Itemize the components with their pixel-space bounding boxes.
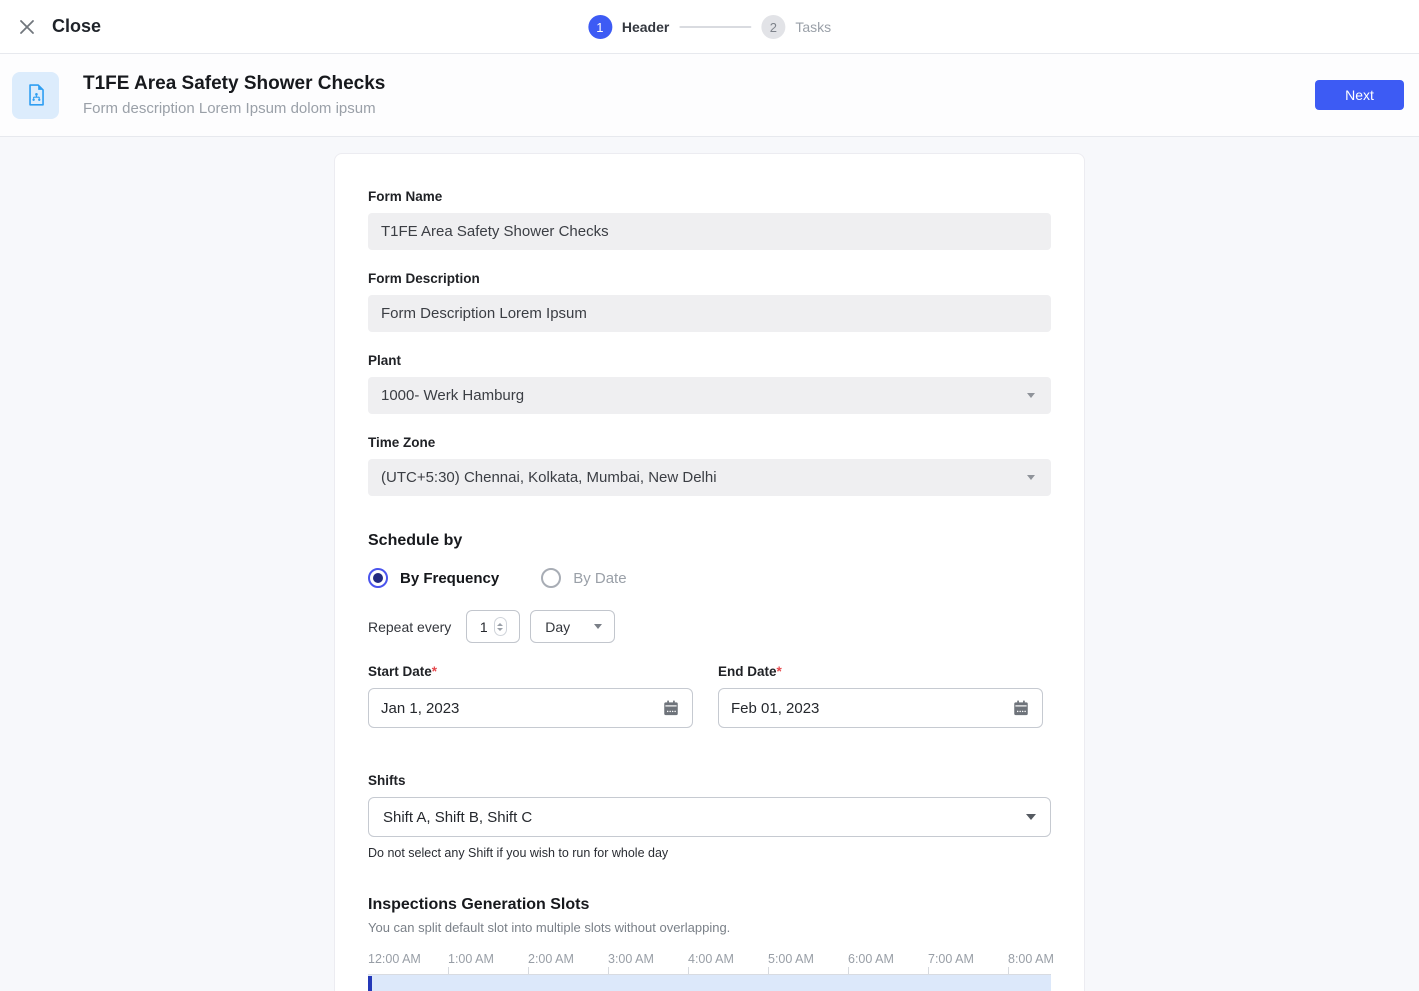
repeat-unit-value: Day	[545, 619, 570, 635]
form-document-icon	[12, 72, 59, 119]
radio-by-frequency[interactable]: By Frequency	[368, 568, 499, 588]
hour-tick	[448, 967, 449, 974]
hour-label: 7:00 AM	[928, 952, 974, 966]
form-description-label: Form Description	[368, 271, 1051, 286]
repeat-every-label: Repeat every	[368, 619, 451, 635]
hour-tick	[1008, 967, 1009, 974]
repeat-count-input[interactable]: 1	[466, 610, 520, 643]
slots-heading: Inspections Generation Slots	[368, 896, 1051, 914]
plant-label: Plant	[368, 353, 1051, 368]
form-card: Form Name Form Description Plant 1000- W…	[334, 153, 1085, 991]
hour-tick	[528, 967, 529, 974]
timezone-label: Time Zone	[368, 435, 1051, 450]
dates-row: Start Date* Jan 1, 2023 End Date* Feb 01	[368, 664, 1051, 728]
hour-label: 3:00 AM	[608, 952, 654, 966]
schedule-by-heading: Schedule by	[368, 532, 1051, 550]
close-button[interactable]: Close	[18, 16, 101, 37]
plant-value: 1000- Werk Hamburg	[381, 387, 524, 404]
stepper-down-icon	[497, 628, 503, 631]
radio-unselected-icon	[541, 568, 561, 588]
end-date-input[interactable]: Feb 01, 2023	[718, 688, 1043, 728]
form-header: T1FE Area Safety Shower Checks Form desc…	[0, 54, 1419, 137]
calendar-icon[interactable]	[662, 699, 680, 717]
start-date-value: Jan 1, 2023	[381, 700, 459, 717]
slots-subtext: You can split default slot into multiple…	[368, 920, 1051, 935]
form-description-input[interactable]	[368, 295, 1051, 332]
slot-handle[interactable]	[368, 976, 372, 991]
close-label: Close	[52, 16, 101, 37]
hour-tick	[768, 967, 769, 974]
step-1-label: Header	[622, 19, 669, 35]
form-name-label: Form Name	[368, 189, 1051, 204]
hour-label: 8:00 AM	[1008, 952, 1054, 966]
hour-tick	[928, 967, 929, 974]
step-2-label: Tasks	[795, 19, 831, 35]
by-date-label: By Date	[573, 570, 626, 587]
calendar-icon[interactable]	[1012, 699, 1030, 717]
chevron-down-icon	[594, 624, 602, 629]
close-icon	[18, 18, 36, 36]
hour-tick	[848, 967, 849, 974]
chevron-down-icon	[1027, 475, 1035, 480]
step-2-circle: 2	[761, 15, 785, 39]
repeat-every-row: Repeat every 1 Day	[368, 610, 1051, 643]
hour-tick	[688, 967, 689, 974]
start-date-input[interactable]: Jan 1, 2023	[368, 688, 693, 728]
time-ruler: 12:00 AM 1:00 AM 2:00 AM 3:00 AM 4:00 AM…	[368, 952, 1051, 967]
end-date-label: End Date*	[718, 664, 1043, 679]
schedule-by-options: By Frequency By Date	[368, 568, 1051, 588]
repeat-count-value: 1	[480, 619, 488, 635]
number-stepper-icon[interactable]	[494, 617, 507, 636]
shifts-select[interactable]: Shift A, Shift B, Shift C	[368, 797, 1051, 837]
start-date-label: Start Date*	[368, 664, 693, 679]
step-tasks[interactable]: 2 Tasks	[761, 15, 831, 39]
hour-label: 4:00 AM	[688, 952, 734, 966]
page-subtitle: Form description Lorem Ipsum dolom ipsum	[83, 100, 385, 117]
hour-label: 12:00 AM	[368, 952, 421, 966]
radio-by-date[interactable]: By Date	[541, 568, 626, 588]
hour-tick	[608, 967, 609, 974]
required-asterisk: *	[432, 664, 437, 679]
end-date-value: Feb 01, 2023	[731, 700, 819, 717]
timezone-value: (UTC+5:30) Chennai, Kolkata, Mumbai, New…	[381, 469, 717, 486]
hour-label: 5:00 AM	[768, 952, 814, 966]
stepper: 1 Header 2 Tasks	[588, 0, 831, 54]
hour-label: 6:00 AM	[848, 952, 894, 966]
step-header[interactable]: 1 Header	[588, 15, 669, 39]
page-title: T1FE Area Safety Shower Checks	[83, 73, 385, 95]
stepper-up-icon	[497, 623, 503, 626]
step-1-circle: 1	[588, 15, 612, 39]
radio-selected-icon	[368, 568, 388, 588]
chevron-down-icon	[1026, 814, 1036, 820]
form-name-input[interactable]	[368, 213, 1051, 250]
hour-label: 2:00 AM	[528, 952, 574, 966]
top-bar: Close 1 Header 2 Tasks	[0, 0, 1419, 54]
shifts-value: Shift A, Shift B, Shift C	[383, 809, 532, 826]
chevron-down-icon	[1027, 393, 1035, 398]
slot-bar[interactable]	[368, 974, 1051, 991]
required-asterisk: *	[777, 664, 782, 679]
hour-label: 1:00 AM	[448, 952, 494, 966]
shifts-helper-text: Do not select any Shift if you wish to r…	[368, 846, 1051, 860]
next-button[interactable]: Next	[1315, 80, 1404, 110]
tick-row	[368, 967, 1051, 974]
shifts-label: Shifts	[368, 773, 1051, 788]
timezone-select[interactable]: (UTC+5:30) Chennai, Kolkata, Mumbai, New…	[368, 459, 1051, 496]
by-frequency-label: By Frequency	[400, 570, 499, 587]
plant-select[interactable]: 1000- Werk Hamburg	[368, 377, 1051, 414]
step-connector	[679, 26, 751, 28]
repeat-unit-select[interactable]: Day	[530, 610, 615, 643]
